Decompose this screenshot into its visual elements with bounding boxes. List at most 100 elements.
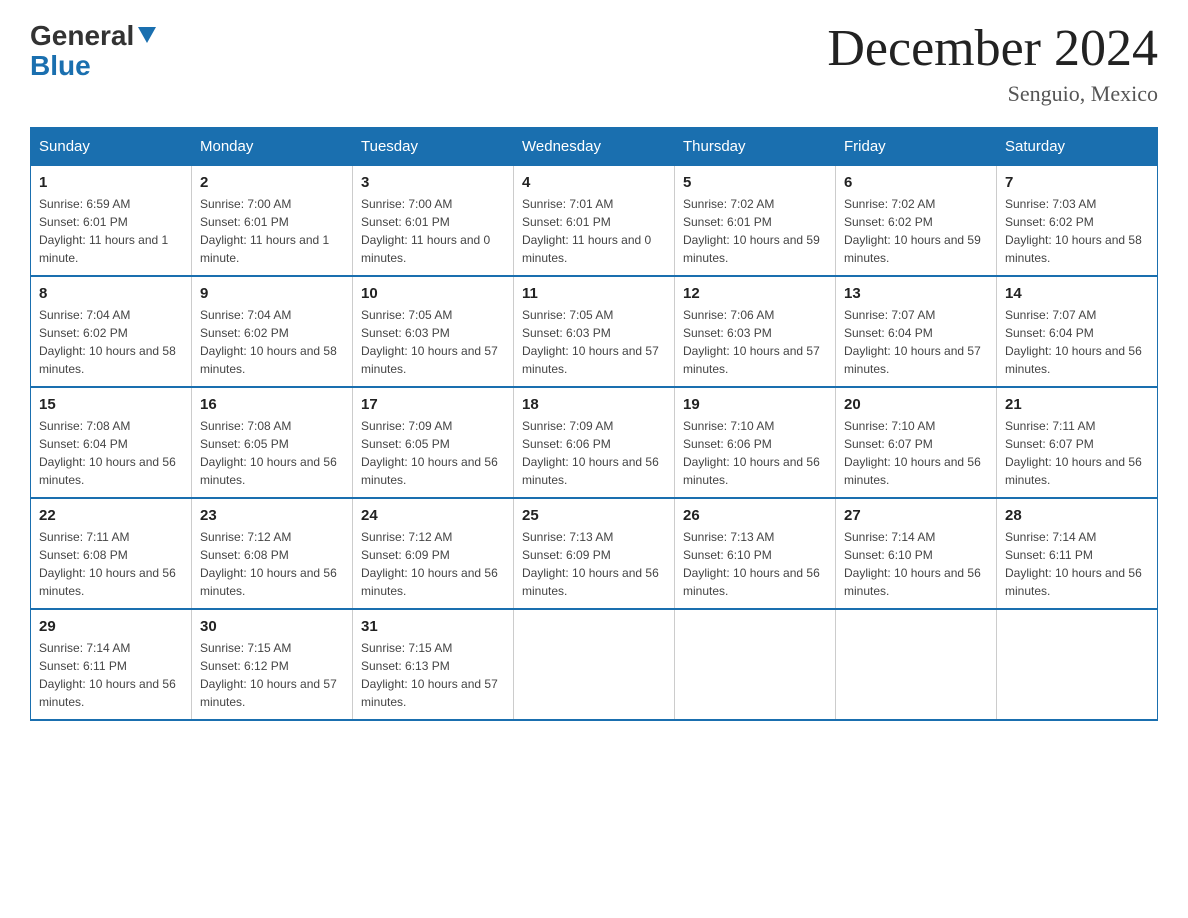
day-number: 30 [200, 618, 344, 635]
day-number: 20 [844, 396, 988, 413]
calendar-cell [836, 609, 997, 720]
day-info: Sunrise: 7:09 AMSunset: 6:06 PMDaylight:… [522, 417, 666, 489]
day-number: 19 [683, 396, 827, 413]
calendar-table: SundayMondayTuesdayWednesdayThursdayFrid… [30, 127, 1158, 721]
calendar-cell [997, 609, 1158, 720]
day-number: 13 [844, 285, 988, 302]
calendar-cell: 9 Sunrise: 7:04 AMSunset: 6:02 PMDaylight… [192, 276, 353, 387]
calendar-cell [675, 609, 836, 720]
day-info: Sunrise: 7:06 AMSunset: 6:03 PMDaylight:… [683, 306, 827, 378]
day-info: Sunrise: 7:13 AMSunset: 6:09 PMDaylight:… [522, 528, 666, 600]
calendar-cell: 11Sunrise: 7:05 AMSunset: 6:03 PMDayligh… [514, 276, 675, 387]
calendar-cell: 26Sunrise: 7:13 AMSunset: 6:10 PMDayligh… [675, 498, 836, 609]
day-info: Sunrise: 7:10 AMSunset: 6:07 PMDaylight:… [844, 417, 988, 489]
calendar-cell: 28 Sunrise: 7:14 AMSunset: 6:11 PMDayligh… [997, 498, 1158, 609]
day-info: Sunrise: 7:14 AMSunset: 6:10 PMDaylight:… [844, 528, 988, 600]
month-title: December 2024 [827, 20, 1158, 77]
calendar-week-row: 8 Sunrise: 7:04 AMSunset: 6:02 PMDaylight… [31, 276, 1158, 387]
calendar-cell: 29 Sunrise: 7:14 AMSunset: 6:11 PMDayligh… [31, 609, 192, 720]
day-number: 22 [39, 507, 183, 524]
day-info: Sunrise: 7:10 AMSunset: 6:06 PMDaylight:… [683, 417, 827, 489]
calendar-cell: 1 Sunrise: 6:59 AMSunset: 6:01 PMDaylight… [31, 166, 192, 277]
location: Senguio, Mexico [827, 81, 1158, 107]
header-friday: Friday [836, 128, 997, 166]
day-number: 11 [522, 285, 666, 302]
day-info: Sunrise: 7:04 AMSunset: 6:02 PMDaylight:… [200, 306, 344, 378]
day-number: 8 [39, 285, 183, 302]
page-header: General Blue December 2024 Senguio, Mexi… [30, 20, 1158, 107]
day-info: Sunrise: 7:07 AMSunset: 6:04 PMDaylight:… [844, 306, 988, 378]
header-monday: Monday [192, 128, 353, 166]
day-info: Sunrise: 7:15 AMSunset: 6:13 PMDaylight:… [361, 639, 505, 711]
day-info: Sunrise: 7:09 AMSunset: 6:05 PMDaylight:… [361, 417, 505, 489]
calendar-cell: 27Sunrise: 7:14 AMSunset: 6:10 PMDayligh… [836, 498, 997, 609]
title-block: December 2024 Senguio, Mexico [827, 20, 1158, 107]
calendar-cell: 2Sunrise: 7:00 AMSunset: 6:01 PMDaylight… [192, 166, 353, 277]
day-info: Sunrise: 7:01 AMSunset: 6:01 PMDaylight:… [522, 195, 666, 267]
logo-general-text: General [30, 20, 134, 52]
day-info: Sunrise: 6:59 AMSunset: 6:01 PMDaylight:… [39, 195, 183, 267]
calendar-cell: 22 Sunrise: 7:11 AMSunset: 6:08 PMDayligh… [31, 498, 192, 609]
calendar-cell: 12 Sunrise: 7:06 AMSunset: 6:03 PMDayligh… [675, 276, 836, 387]
day-info: Sunrise: 7:00 AMSunset: 6:01 PMDaylight:… [361, 195, 505, 267]
calendar-cell: 21 Sunrise: 7:11 AMSunset: 6:07 PMDayligh… [997, 387, 1158, 498]
day-number: 18 [522, 396, 666, 413]
day-number: 17 [361, 396, 505, 413]
day-info: Sunrise: 7:03 AMSunset: 6:02 PMDaylight:… [1005, 195, 1149, 267]
day-number: 1 [39, 174, 183, 191]
day-number: 7 [1005, 174, 1149, 191]
day-info: Sunrise: 7:12 AMSunset: 6:08 PMDaylight:… [200, 528, 344, 600]
day-number: 15 [39, 396, 183, 413]
day-info: Sunrise: 7:11 AMSunset: 6:07 PMDaylight:… [1005, 417, 1149, 489]
day-info: Sunrise: 7:15 AMSunset: 6:12 PMDaylight:… [200, 639, 344, 711]
day-number: 28 [1005, 507, 1149, 524]
day-number: 24 [361, 507, 505, 524]
logo: General Blue [30, 20, 156, 80]
calendar-cell: 17 Sunrise: 7:09 AMSunset: 6:05 PMDayligh… [353, 387, 514, 498]
day-number: 9 [200, 285, 344, 302]
calendar-week-row: 29 Sunrise: 7:14 AMSunset: 6:11 PMDayligh… [31, 609, 1158, 720]
calendar-header-row: SundayMondayTuesdayWednesdayThursdayFrid… [31, 128, 1158, 166]
day-number: 14 [1005, 285, 1149, 302]
calendar-week-row: 22 Sunrise: 7:11 AMSunset: 6:08 PMDayligh… [31, 498, 1158, 609]
calendar-cell: 3Sunrise: 7:00 AMSunset: 6:01 PMDaylight… [353, 166, 514, 277]
calendar-week-row: 15 Sunrise: 7:08 AMSunset: 6:04 PMDayligh… [31, 387, 1158, 498]
day-info: Sunrise: 7:12 AMSunset: 6:09 PMDaylight:… [361, 528, 505, 600]
calendar-cell: 18 Sunrise: 7:09 AMSunset: 6:06 PMDayligh… [514, 387, 675, 498]
calendar-cell: 7 Sunrise: 7:03 AMSunset: 6:02 PMDaylight… [997, 166, 1158, 277]
calendar-cell: 5Sunrise: 7:02 AMSunset: 6:01 PMDaylight… [675, 166, 836, 277]
calendar-cell: 23 Sunrise: 7:12 AMSunset: 6:08 PMDayligh… [192, 498, 353, 609]
day-number: 21 [1005, 396, 1149, 413]
header-sunday: Sunday [31, 128, 192, 166]
calendar-cell: 14Sunrise: 7:07 AMSunset: 6:04 PMDayligh… [997, 276, 1158, 387]
day-number: 12 [683, 285, 827, 302]
calendar-cell: 19 Sunrise: 7:10 AMSunset: 6:06 PMDayligh… [675, 387, 836, 498]
calendar-cell: 4 Sunrise: 7:01 AMSunset: 6:01 PMDaylight… [514, 166, 675, 277]
calendar-cell: 24 Sunrise: 7:12 AMSunset: 6:09 PMDayligh… [353, 498, 514, 609]
day-info: Sunrise: 7:13 AMSunset: 6:10 PMDaylight:… [683, 528, 827, 600]
day-number: 4 [522, 174, 666, 191]
header-thursday: Thursday [675, 128, 836, 166]
calendar-cell: 15 Sunrise: 7:08 AMSunset: 6:04 PMDayligh… [31, 387, 192, 498]
calendar-cell: 13 Sunrise: 7:07 AMSunset: 6:04 PMDayligh… [836, 276, 997, 387]
calendar-cell: 25Sunrise: 7:13 AMSunset: 6:09 PMDayligh… [514, 498, 675, 609]
calendar-cell: 6 Sunrise: 7:02 AMSunset: 6:02 PMDaylight… [836, 166, 997, 277]
day-info: Sunrise: 7:08 AMSunset: 6:04 PMDaylight:… [39, 417, 183, 489]
calendar-cell: 8 Sunrise: 7:04 AMSunset: 6:02 PMDaylight… [31, 276, 192, 387]
day-number: 29 [39, 618, 183, 635]
day-number: 6 [844, 174, 988, 191]
day-number: 31 [361, 618, 505, 635]
day-info: Sunrise: 7:08 AMSunset: 6:05 PMDaylight:… [200, 417, 344, 489]
day-info: Sunrise: 7:14 AMSunset: 6:11 PMDaylight:… [39, 639, 183, 711]
calendar-cell: 30 Sunrise: 7:15 AMSunset: 6:12 PMDayligh… [192, 609, 353, 720]
day-info: Sunrise: 7:04 AMSunset: 6:02 PMDaylight:… [39, 306, 183, 378]
day-info: Sunrise: 7:02 AMSunset: 6:01 PMDaylight:… [683, 195, 827, 267]
calendar-cell [514, 609, 675, 720]
day-info: Sunrise: 7:02 AMSunset: 6:02 PMDaylight:… [844, 195, 988, 267]
day-info: Sunrise: 7:11 AMSunset: 6:08 PMDaylight:… [39, 528, 183, 600]
day-number: 23 [200, 507, 344, 524]
day-info: Sunrise: 7:14 AMSunset: 6:11 PMDaylight:… [1005, 528, 1149, 600]
logo-arrow-icon [138, 27, 156, 48]
calendar-cell: 31 Sunrise: 7:15 AMSunset: 6:13 PMDayligh… [353, 609, 514, 720]
day-number: 2 [200, 174, 344, 191]
